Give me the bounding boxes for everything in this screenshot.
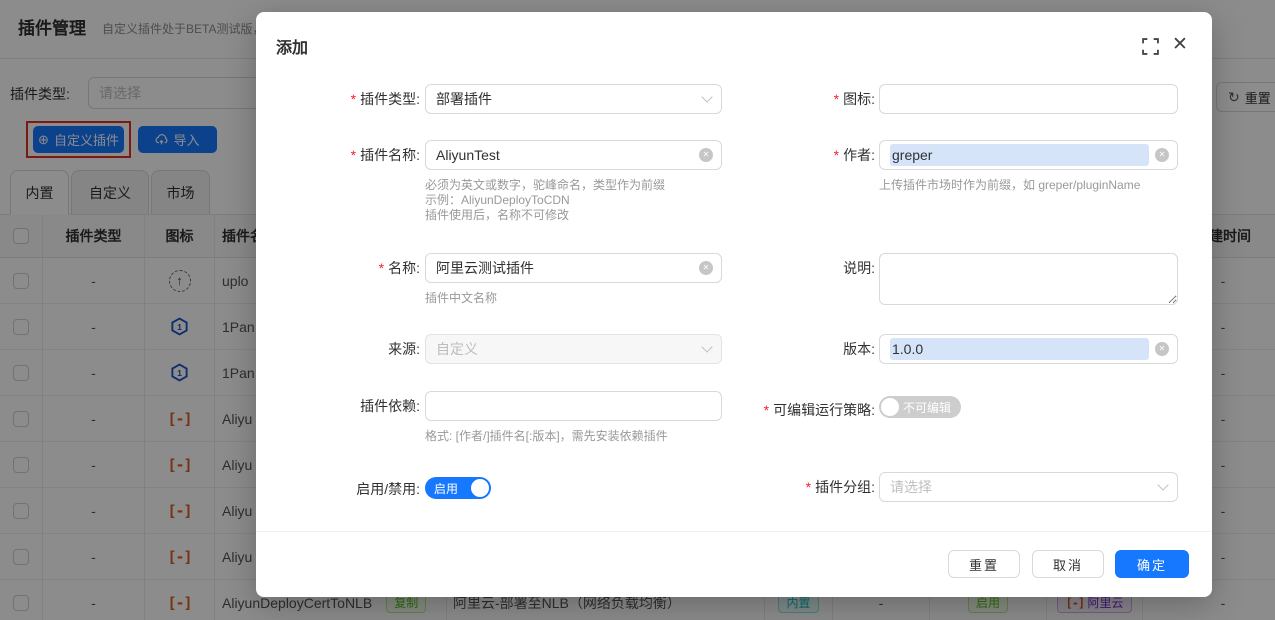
icon-input[interactable] (879, 84, 1178, 114)
fullscreen-icon[interactable] (1142, 38, 1160, 56)
source-label: 来源: (276, 339, 420, 359)
name-cn-value: 阿里云测试插件 (436, 257, 693, 279)
author-helper: 上传插件市场时作为前缀，如 greper/pluginName (879, 178, 1140, 193)
modal-cancel-button[interactable]: 取消 (1032, 550, 1104, 578)
plugin-name-value: AliyunTest (436, 144, 693, 166)
plugin-group-placeholder: 请选择 (890, 476, 1153, 498)
editable-policy-toggle-label: 不可编辑 (903, 399, 951, 416)
editable-policy-label: 可编辑运行策略: (656, 400, 875, 420)
add-plugin-modal: 添加 ✕ 插件类型: 部署插件 图标: 插件名称: AliyunTest ✕ 必… (256, 12, 1212, 597)
author-label: 作者: (656, 145, 875, 165)
plugin-type-label: 插件类型: (276, 89, 420, 109)
plugin-name-helper-1: 必须为英文或数字，驼峰命名，类型作为前缀 (425, 178, 665, 193)
toggle-knob (881, 398, 899, 416)
dependencies-helper: 格式: [作者/]插件名[:版本]，需先安装依赖插件 (425, 429, 668, 444)
plugin-manager-screen: 插件管理 自定义插件处于BETA测试版， 插件类型: 请选择 ↻ 重置 ⊕ 自定… (0, 0, 1275, 620)
clear-icon[interactable]: ✕ (1155, 342, 1169, 356)
plugin-name-helper-3: 插件使用后，名称不可修改 (425, 208, 569, 223)
plugin-group-label: 插件分组: (656, 477, 875, 497)
toggle-knob (471, 479, 489, 497)
close-icon[interactable]: ✕ (1169, 34, 1191, 56)
version-input[interactable]: 1.0.0 ✕ (879, 334, 1178, 364)
modal-title: 添加 (276, 34, 308, 58)
enabled-toggle[interactable]: 启用 (425, 477, 491, 499)
description-label: 说明: (656, 258, 875, 278)
version-label: 版本: (656, 339, 875, 359)
version-value: 1.0.0 (890, 338, 1149, 360)
description-textarea[interactable] (879, 253, 1178, 305)
enabled-label: 启用/禁用: (276, 479, 420, 499)
dependencies-label: 插件依赖: (276, 396, 420, 416)
modal-ok-button[interactable]: 确定 (1115, 550, 1189, 578)
plugin-name-helper-2: 示例：AliyunDeployToCDN (425, 193, 570, 208)
modal-reset-button[interactable]: 重置 (948, 550, 1020, 578)
name-cn-label: 名称: (276, 258, 420, 278)
footer-divider (256, 531, 1212, 532)
enabled-toggle-label: 启用 (434, 480, 458, 497)
chevron-down-icon (1157, 479, 1168, 490)
author-input[interactable]: greper ✕ (879, 140, 1178, 170)
icon-value (890, 88, 1169, 110)
plugin-group-select[interactable]: 请选择 (879, 472, 1178, 502)
name-cn-helper: 插件中文名称 (425, 291, 497, 306)
clear-icon[interactable]: ✕ (1155, 148, 1169, 162)
editable-policy-toggle[interactable]: 不可编辑 (879, 396, 961, 418)
plugin-name-label: 插件名称: (276, 145, 420, 165)
author-value: greper (890, 144, 1149, 166)
icon-label: 图标: (656, 89, 875, 109)
